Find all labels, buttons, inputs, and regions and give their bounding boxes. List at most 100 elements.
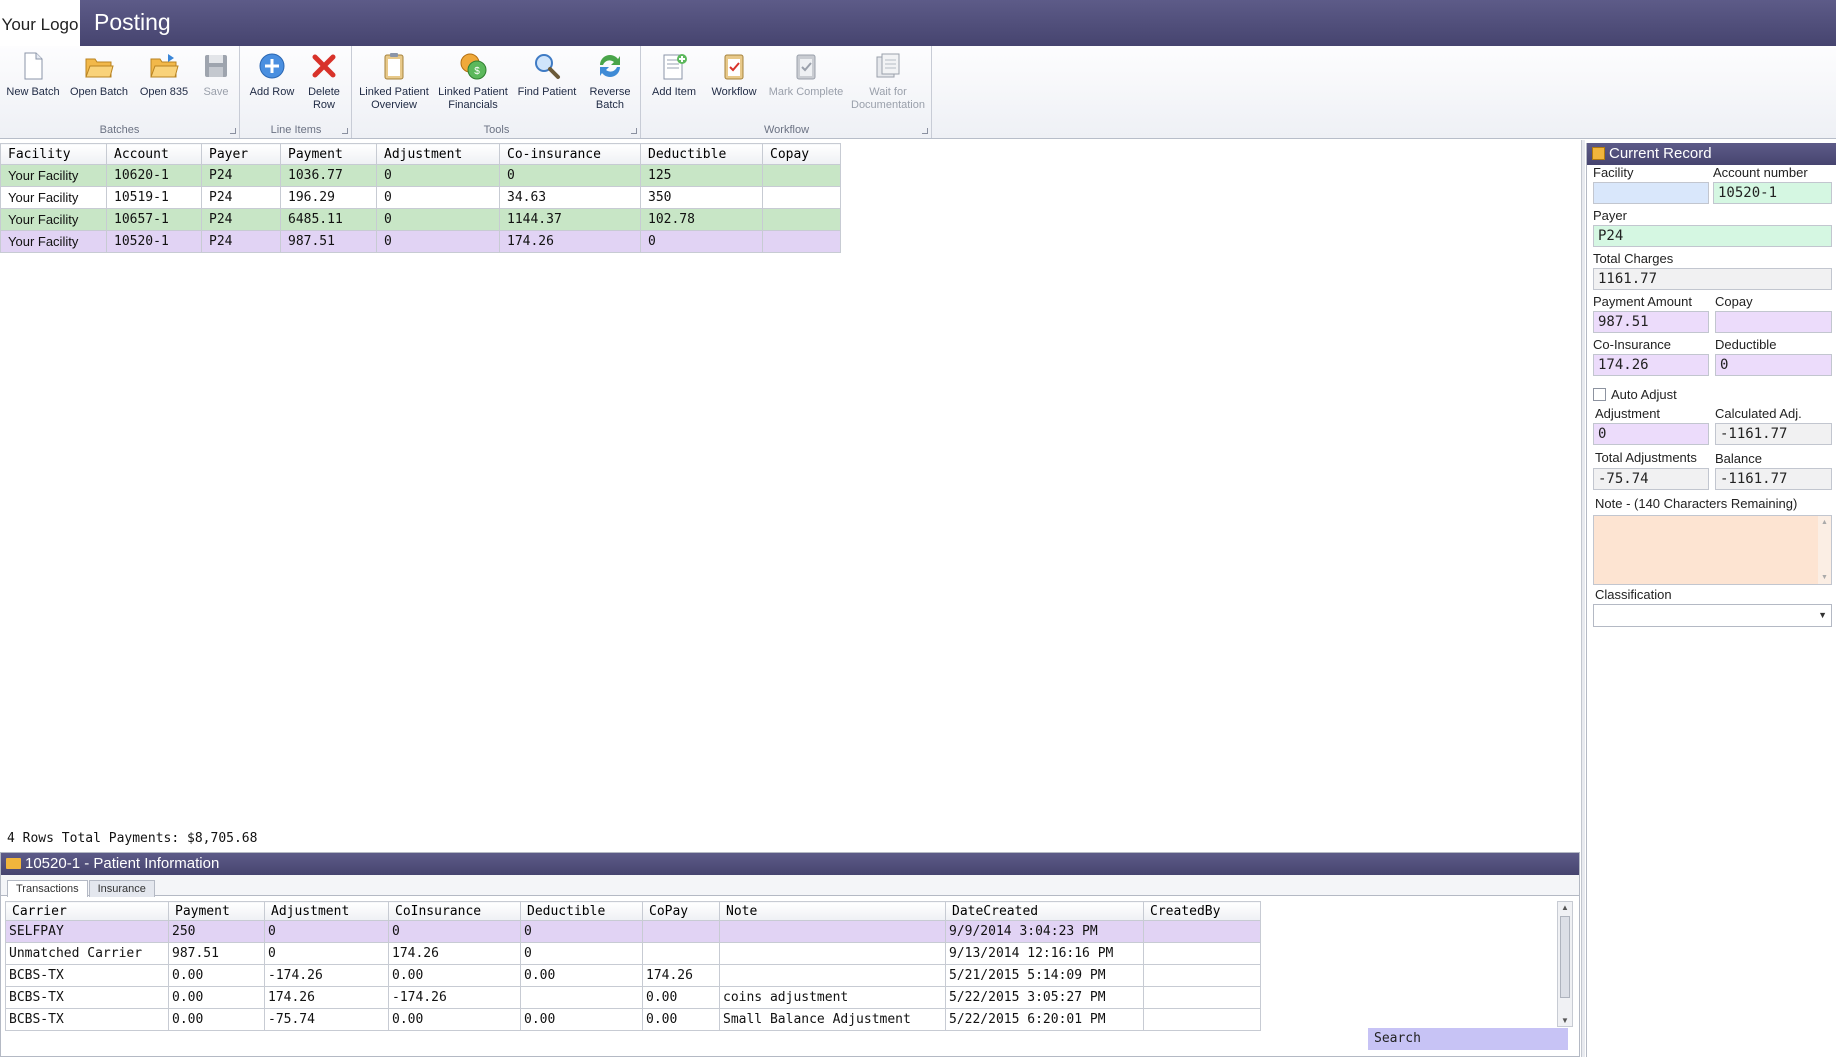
transactions-scrollbar[interactable]: ▲ ▼ [1557, 901, 1573, 1027]
cell-carrier[interactable]: SELFPAY [5, 920, 169, 943]
col-header-copay[interactable]: Copay [762, 143, 841, 165]
cell-adjustment[interactable]: -75.74 [264, 1008, 389, 1031]
cell-adjustment[interactable]: 0 [376, 230, 500, 253]
open-batch-button[interactable]: Open Batch [66, 50, 132, 99]
table-row[interactable]: BCBS-TX 0.00 174.26 -174.26 0.00 coins a… [5, 986, 1261, 1009]
cell-coinsurance[interactable]: 0 [388, 920, 521, 943]
cell-account[interactable]: 10519-1 [106, 186, 202, 209]
cell-adjustment[interactable]: 0 [376, 186, 500, 209]
cell-createdby[interactable] [1143, 942, 1261, 965]
adjustment-field[interactable]: 0 [1593, 423, 1709, 445]
col-header-adjustment[interactable]: Adjustment [264, 901, 389, 921]
cell-payment[interactable]: 987.51 [168, 942, 265, 965]
scroll-down-icon[interactable]: ▼ [1561, 1016, 1569, 1025]
cell-payment[interactable]: 6485.11 [280, 208, 377, 231]
col-header-payment[interactable]: Payment [280, 143, 377, 165]
cell-coinsurance[interactable]: 34.63 [499, 186, 641, 209]
cell-copay[interactable] [762, 208, 841, 231]
cell-coinsurance[interactable]: -174.26 [388, 986, 521, 1009]
cell-deductible[interactable]: 0.00 [520, 964, 643, 987]
col-header-account[interactable]: Account [106, 143, 202, 165]
cell-createdby[interactable] [1143, 920, 1261, 943]
cell-copay[interactable] [642, 920, 720, 943]
cell-payer[interactable]: P24 [201, 186, 281, 209]
coinsurance-field[interactable]: 174.26 [1593, 354, 1709, 376]
cell-datecreated[interactable]: 9/9/2014 3:04:23 PM [945, 920, 1144, 943]
cell-copay[interactable] [642, 942, 720, 965]
table-row[interactable]: BCBS-TX 0.00 -75.74 0.00 0.00 0.00 Small… [5, 1008, 1261, 1031]
search-box[interactable]: Search [1368, 1028, 1568, 1050]
cell-deductible[interactable]: 125 [640, 164, 763, 187]
cell-payer[interactable]: P24 [201, 164, 281, 187]
cell-deductible[interactable]: 0 [520, 920, 643, 943]
group-launcher-workflow[interactable] [922, 128, 928, 134]
table-row[interactable]: Your Facility 10519-1 P24 196.29 0 34.63… [0, 186, 841, 209]
col-header-adjustment[interactable]: Adjustment [376, 143, 500, 165]
cell-coinsurance[interactable]: 1144.37 [499, 208, 641, 231]
cell-carrier[interactable]: BCBS-TX [5, 964, 169, 987]
cell-adjustment[interactable]: 0 [376, 164, 500, 187]
group-launcher-line-items[interactable] [342, 128, 348, 134]
cell-payment[interactable]: 987.51 [280, 230, 377, 253]
save-button[interactable]: Save [196, 50, 236, 99]
cell-deductible[interactable]: 102.78 [640, 208, 763, 231]
cell-deductible[interactable]: 0.00 [520, 1008, 643, 1031]
note-scrollbar[interactable]: ▲ ▼ [1818, 516, 1831, 584]
col-header-payer[interactable]: Payer [201, 143, 281, 165]
cell-coinsurance[interactable]: 0.00 [388, 1008, 521, 1031]
workflow-button[interactable]: Workflow [706, 50, 762, 99]
cell-copay[interactable] [762, 164, 841, 187]
cell-note[interactable] [719, 942, 946, 965]
col-header-facility[interactable]: Facility [0, 143, 107, 165]
cell-facility[interactable]: Your Facility [0, 208, 107, 231]
cell-payer[interactable]: P24 [201, 208, 281, 231]
cell-copay[interactable] [762, 230, 841, 253]
cell-deductible[interactable]: 0 [520, 942, 643, 965]
linked-patient-financials-button[interactable]: $ Linked Patient Financials [435, 50, 511, 112]
payment-amount-field[interactable]: 987.51 [1593, 311, 1709, 333]
cell-coinsurance[interactable]: 0 [499, 164, 641, 187]
table-row[interactable]: Unmatched Carrier 987.51 0 174.26 0 9/13… [5, 942, 1261, 965]
scroll-up-icon[interactable]: ▲ [1821, 519, 1828, 526]
cell-payment[interactable]: 0.00 [168, 964, 265, 987]
cell-deductible[interactable] [520, 986, 643, 1009]
new-batch-button[interactable]: New Batch [4, 50, 62, 99]
wait-for-documentation-button[interactable]: Wait for Documentation [848, 50, 928, 112]
open-835-button[interactable]: Open 835 [136, 50, 192, 99]
cell-account[interactable]: 10657-1 [106, 208, 202, 231]
payer-field[interactable]: P24 [1593, 225, 1832, 247]
table-row-selected[interactable]: SELFPAY 250 0 0 0 9/9/2014 3:04:23 PM [5, 920, 1261, 943]
cell-datecreated[interactable]: 5/22/2015 3:05:27 PM [945, 986, 1144, 1009]
col-header-payment[interactable]: Payment [168, 901, 265, 921]
table-row[interactable]: Your Facility 10657-1 P24 6485.11 0 1144… [0, 208, 841, 231]
cell-carrier[interactable]: BCBS-TX [5, 1008, 169, 1031]
cell-createdby[interactable] [1143, 964, 1261, 987]
group-launcher-tools[interactable] [631, 128, 637, 134]
cell-deductible[interactable]: 350 [640, 186, 763, 209]
cell-adjustment[interactable]: 0 [264, 942, 389, 965]
cell-coinsurance[interactable]: 0.00 [388, 964, 521, 987]
col-header-createdby[interactable]: CreatedBy [1143, 901, 1261, 921]
cell-facility[interactable]: Your Facility [0, 186, 107, 209]
cell-copay[interactable]: 0.00 [642, 1008, 720, 1031]
col-header-coinsurance[interactable]: Co-insurance [499, 143, 641, 165]
tab-insurance[interactable]: Insurance [88, 880, 155, 897]
col-header-coinsurance[interactable]: CoInsurance [388, 901, 521, 921]
scroll-up-icon[interactable]: ▲ [1561, 903, 1569, 912]
cell-coinsurance[interactable]: 174.26 [388, 942, 521, 965]
table-row[interactable]: Your Facility 10620-1 P24 1036.77 0 0 12… [0, 164, 841, 187]
cell-facility[interactable]: Your Facility [0, 230, 107, 253]
col-header-note[interactable]: Note [719, 901, 946, 921]
delete-row-button[interactable]: Delete Row [301, 50, 347, 112]
cell-payment[interactable]: 0.00 [168, 1008, 265, 1031]
col-header-carrier[interactable]: Carrier [5, 901, 169, 921]
col-header-deductible[interactable]: Deductible [520, 901, 643, 921]
note-textarea[interactable]: ▲ ▼ [1593, 515, 1832, 585]
cell-datecreated[interactable]: 9/13/2014 12:16:16 PM [945, 942, 1144, 965]
add-row-button[interactable]: Add Row [247, 50, 297, 99]
cell-carrier[interactable]: Unmatched Carrier [5, 942, 169, 965]
copay-field[interactable] [1715, 311, 1832, 333]
cell-payer[interactable]: P24 [201, 230, 281, 253]
cell-copay[interactable]: 0.00 [642, 986, 720, 1009]
cell-carrier[interactable]: BCBS-TX [5, 986, 169, 1009]
